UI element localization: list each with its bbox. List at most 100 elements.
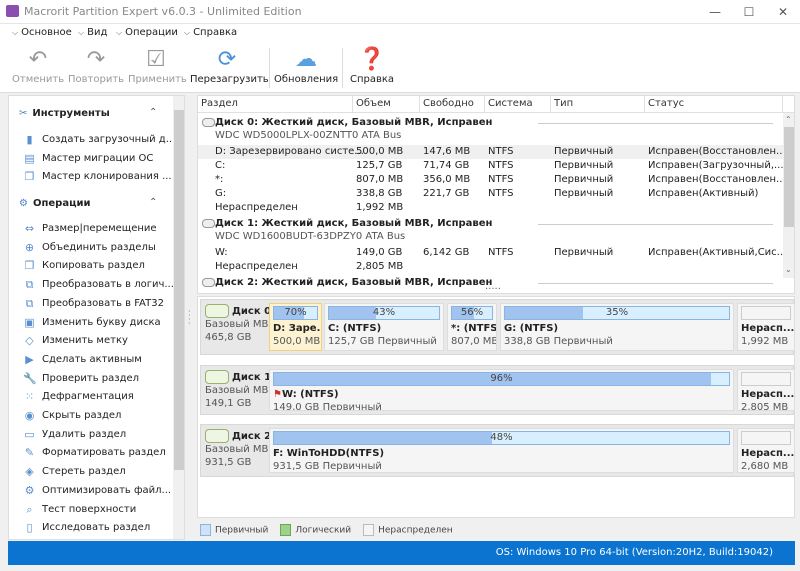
sidebar-item-operation[interactable]: ✎ Форматировать раздел	[23, 446, 166, 459]
legend: Первичный Логический Нераспределен	[200, 524, 453, 536]
sidebar-item-label: Создать загрузочный д...	[42, 134, 176, 145]
menu-main[interactable]: ⌵ Основное	[12, 27, 72, 38]
menu-help[interactable]: ⌵ Справка	[184, 27, 237, 38]
partition-label-text: Нерасп...	[741, 323, 795, 334]
column-header-partition[interactable]: Раздел	[198, 96, 353, 112]
section-title: Операции	[32, 198, 91, 209]
table-row[interactable]: C: 125,7 GB 71,74 GB NTFS Первичный Исправен(…	[198, 159, 784, 173]
usage-bar: 43%	[328, 306, 440, 320]
collapse-icon[interactable]: ⌃	[149, 197, 157, 208]
partition-block[interactable]: 56% *: (NTFS) 807,0 MB	[447, 303, 497, 351]
sidebar-item-operation[interactable]: ◇ Изменить метку	[23, 334, 128, 347]
operation-icon: ⇔	[24, 222, 35, 235]
disk-model: WDC WD5000LPLX-00ZNTT0 ATA Bus	[215, 130, 402, 141]
sidebar-item-bootable-media[interactable]: ▮ Создать загрузочный д...	[23, 133, 175, 146]
disk-icon	[202, 277, 215, 287]
usage-bar: 56%	[451, 306, 493, 320]
disk-name: Диск 2	[205, 429, 275, 443]
sidebar-item-operation[interactable]: ⧉ Преобразовать в FAT32	[23, 297, 164, 310]
sidebar-item-operation[interactable]: ▯ Исследовать раздел	[23, 521, 150, 534]
usage-bar	[741, 306, 791, 320]
table-row[interactable]: *: 807,0 MB 356,0 MB NTFS Первичный Исправен(…	[198, 173, 786, 187]
menu-operations[interactable]: ⌵ Операции	[116, 27, 178, 38]
disk-header-row[interactable]: Диск 0: Жесткий диск, Базовый MBR, Испра…	[198, 116, 783, 130]
cloud-upload-icon: ☁	[295, 47, 317, 72]
operations-section-header[interactable]: ⚙ Операции	[19, 198, 91, 209]
table-row[interactable]: Нераспределен 2,805 MB	[198, 260, 783, 274]
table-cell: Первичный	[554, 188, 614, 199]
operation-icon: ⊕	[24, 240, 35, 254]
apply-button[interactable]: ☑ Применить	[128, 46, 187, 92]
disk-row[interactable]: Диск 0 Базовый MBR 465,8 GB 70% D: Заре... 50…	[200, 299, 795, 355]
sidebar-item-operation[interactable]: ◉ Скрыть раздел	[23, 409, 122, 422]
table-cell: 71,74 GB	[423, 160, 470, 171]
partition-label: Нерасп...	[741, 322, 795, 335]
usage-bar: 96%	[273, 372, 730, 386]
table-cell: Исправен(Восстановлен...	[648, 174, 786, 185]
table-cell: Нераспределен	[215, 261, 298, 272]
splitter-handle[interactable]: · · · ·	[188, 308, 191, 328]
sidebar-item-operation[interactable]: 🔧 Проверить раздел	[23, 372, 139, 385]
sidebar-scrollbar[interactable]	[173, 96, 184, 539]
sidebar-item-operation[interactable]: ⧉ Преобразовать в логич...	[23, 278, 174, 291]
unallocated-block[interactable]: Нерасп... 1,992 MB	[737, 303, 795, 351]
column-header-filesystem[interactable]: Система	[485, 96, 551, 112]
column-header-free[interactable]: Свободно	[420, 96, 485, 112]
operation-icon: ◇	[25, 334, 34, 348]
sidebar-item-operation[interactable]: ⌕ Тест поверхности	[23, 503, 136, 516]
partition-block[interactable]: 70% D: Заре... 500,0 MB	[269, 303, 322, 351]
minimize-button[interactable]: —	[698, 0, 732, 24]
sidebar-item-os-migration[interactable]: ▤ Мастер миграции ОС	[23, 152, 153, 165]
disk-row[interactable]: Диск 2 Базовый MBR 931,5 GB 48% F: WinToHDD(…	[200, 424, 795, 477]
apply-label: Применить	[128, 74, 187, 85]
partition-block[interactable]: 35% G: (NTFS) 338,8 GB Первичный	[500, 303, 734, 351]
sidebar-item-operation[interactable]: ❐ Копировать раздел	[23, 259, 145, 272]
table-cell: G:	[215, 188, 227, 199]
help-button[interactable]: ❓ Справка	[348, 46, 396, 92]
table-row[interactable]: W: 149,0 GB 6,142 GB NTFS Первичный Исправен(…	[198, 246, 787, 260]
disk-row[interactable]: Диск 1 Базовый MBR 149,1 GB 96% ⚑W: (NTFS) 14…	[200, 365, 795, 415]
legend-logical: Логический	[280, 524, 351, 536]
table-scrollbar[interactable]: ⌃ ⌄	[783, 113, 794, 278]
partition-block[interactable]: 96% ⚑W: (NTFS) 149,0 GB Первичный	[269, 369, 734, 411]
sidebar-item-operation[interactable]: ▣ Изменить букву диска	[23, 316, 160, 329]
sidebar-item-operation[interactable]: ◈ Стереть раздел	[23, 465, 125, 478]
undo-icon: ↶	[28, 47, 48, 72]
updates-button[interactable]: ☁ Обновления	[274, 46, 338, 92]
partition-label: *: (NTFS)	[451, 322, 496, 335]
table-cell: Исправен(Активный,Сис...	[648, 247, 787, 258]
tools-section-header[interactable]: ✂ Инструменты	[19, 108, 110, 119]
partition-block[interactable]: 43% C: (NTFS) 125,7 GB Первичный	[324, 303, 444, 351]
table-row[interactable]: G: 338,8 GB 221,7 GB NTFS Первичный Исправен(…	[198, 187, 783, 201]
unallocated-block[interactable]: Нерасп... 2,805 MB	[737, 369, 795, 411]
menu-view[interactable]: ⌵ Вид	[78, 27, 107, 38]
disk-header-row[interactable]: Диск 1: Жесткий диск, Базовый MBR, Испра…	[198, 217, 783, 231]
table-row[interactable]: D: Зарезервировано систе... 500,0 MB 147,6…	[198, 145, 786, 159]
legend-label: Логический	[295, 525, 352, 536]
sidebar-item-operation[interactable]: ▶ Сделать активным	[23, 353, 142, 366]
column-header-status[interactable]: Статус	[645, 96, 783, 112]
scrollbar-thumb[interactable]	[174, 110, 184, 470]
partition-info: 338,8 GB Первичный	[504, 336, 613, 347]
scrollbar-thumb[interactable]	[784, 127, 794, 227]
table-row[interactable]: Нераспределен 1,992 MB	[198, 201, 783, 215]
table-cell: 6,142 GB	[423, 247, 470, 258]
column-header-size[interactable]: Объем	[353, 96, 420, 112]
sidebar-item-operation[interactable]: ⇔ Размер|перемещение	[23, 222, 157, 235]
sidebar-item-operation[interactable]: ⊕ Объединить разделы	[23, 241, 156, 254]
sidebar-item-clone-wizard[interactable]: ❐ Мастер клонирования ...	[23, 170, 172, 183]
unallocated-block[interactable]: Нерасп... 2,680 MB	[737, 428, 795, 473]
reload-button[interactable]: ⟳ Перезагрузить	[190, 46, 269, 92]
column-header-type[interactable]: Тип	[551, 96, 645, 112]
close-button[interactable]: ✕	[766, 0, 800, 24]
scroll-down-icon[interactable]: ⌄	[785, 265, 792, 274]
undo-button[interactable]: ↶ Отменить	[12, 46, 64, 92]
scroll-up-icon[interactable]: ⌃	[785, 115, 792, 124]
redo-button[interactable]: ↷ Повторить	[68, 46, 124, 92]
partition-block[interactable]: 48% F: WinToHDD(NTFS) 931,5 GB Первичный	[269, 428, 734, 473]
collapse-icon[interactable]: ⌃	[149, 107, 157, 118]
maximize-button[interactable]: ☐	[732, 0, 766, 24]
sidebar-item-operation[interactable]: ▭ Удалить раздел	[23, 428, 126, 441]
sidebar-item-operation[interactable]: ⚙ Оптимизировать файл...	[23, 484, 172, 497]
sidebar-item-operation[interactable]: ⁙ Дефрагментация	[23, 390, 134, 403]
